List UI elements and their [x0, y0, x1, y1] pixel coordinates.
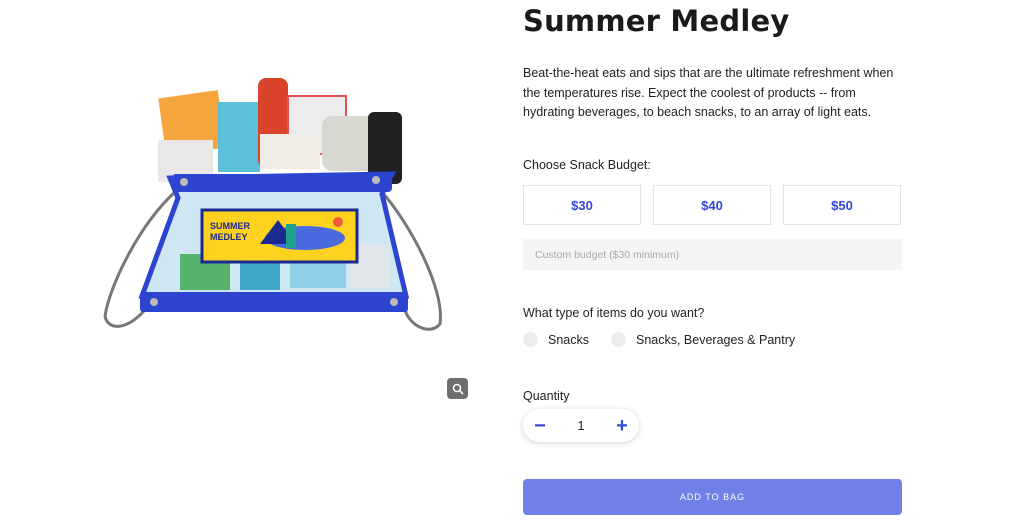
- budget-option-50[interactable]: $50: [783, 185, 901, 225]
- items-option-snacks[interactable]: Snacks: [523, 332, 589, 347]
- items-label: What type of items do you want?: [523, 306, 705, 320]
- product-image: SUMMER MEDLEY: [103, 78, 442, 331]
- radio-button[interactable]: [611, 332, 626, 347]
- quantity-value[interactable]: 1: [577, 418, 584, 433]
- quantity-decrease-button[interactable]: −: [532, 416, 548, 436]
- quantity-increase-button[interactable]: +: [614, 416, 630, 436]
- items-option-snacks-beverages-pantry[interactable]: Snacks, Beverages & Pantry: [611, 332, 795, 347]
- quantity-stepper: − 1 +: [523, 409, 639, 442]
- product-description: Beat-the-heat eats and sips that are the…: [523, 66, 894, 119]
- quantity-label: Quantity: [523, 389, 570, 403]
- budget-option-30[interactable]: $30: [523, 185, 641, 225]
- image-label-line1: SUMMER: [210, 221, 250, 231]
- items-option-label: Snacks: [548, 332, 589, 347]
- product-title: Summer Medley: [523, 4, 790, 38]
- items-option-label: Snacks, Beverages & Pantry: [636, 332, 796, 347]
- items-options: Snacks Snacks, Beverages & Pantry: [523, 332, 817, 347]
- budget-label: Choose Snack Budget:: [523, 158, 651, 172]
- custom-budget-input[interactable]: [523, 239, 902, 270]
- search-icon: [452, 383, 463, 394]
- budget-options: $30 $40 $50: [523, 185, 903, 225]
- product-gallery: SUMMER MEDLEY: [0, 0, 500, 529]
- image-label-line2: MEDLEY: [210, 232, 248, 242]
- radio-button[interactable]: [523, 332, 538, 347]
- budget-option-40[interactable]: $40: [653, 185, 771, 225]
- add-to-bag-button[interactable]: ADD TO BAG: [523, 479, 902, 515]
- zoom-button[interactable]: [447, 378, 468, 399]
